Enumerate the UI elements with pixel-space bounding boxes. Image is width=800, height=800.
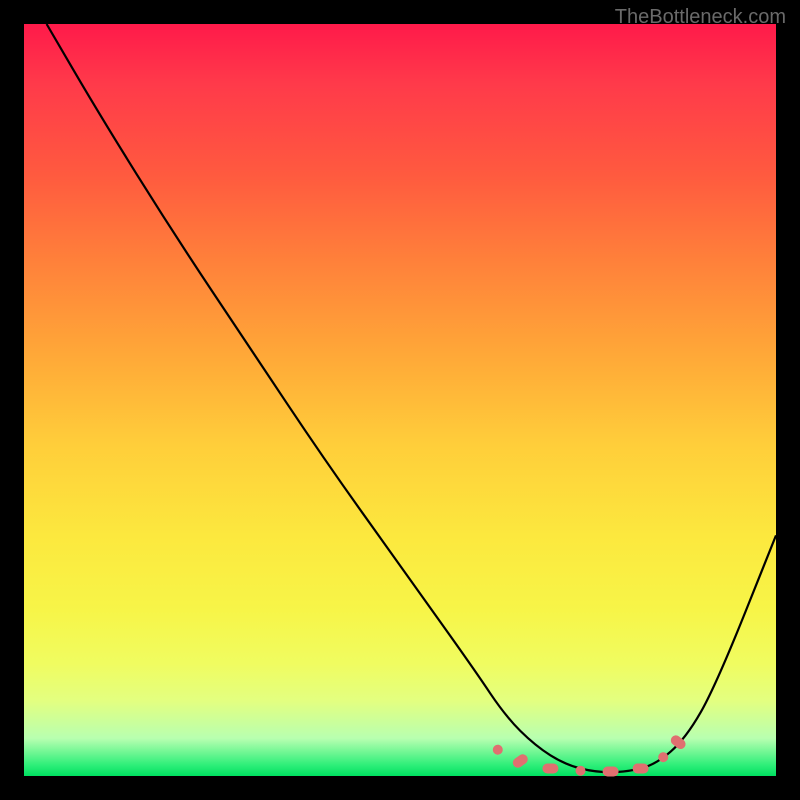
- optimal-marker: [576, 766, 586, 776]
- chart-plot-area: [24, 24, 776, 776]
- optimal-marker: [603, 767, 619, 777]
- chart-svg: [24, 24, 776, 776]
- bottleneck-curve-path: [47, 24, 776, 772]
- optimal-marker: [491, 743, 505, 757]
- watermark-text: TheBottleneck.com: [615, 6, 786, 29]
- optimal-marker: [511, 752, 530, 769]
- optimal-marker: [542, 764, 558, 774]
- optimal-marker: [633, 764, 649, 774]
